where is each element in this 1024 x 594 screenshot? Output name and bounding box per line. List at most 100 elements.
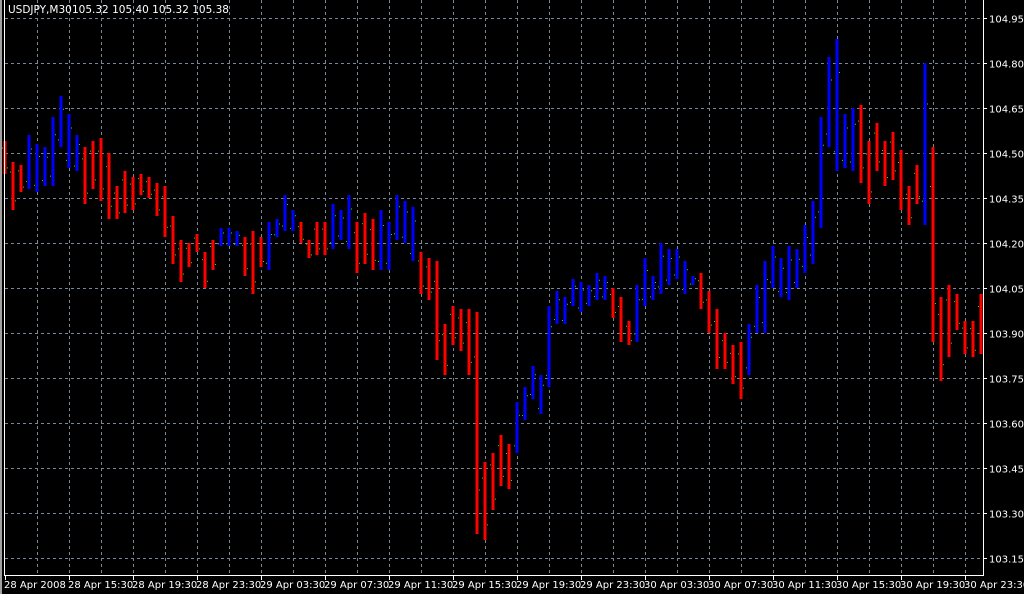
bar-open-tick <box>618 306 619 307</box>
bar-range <box>379 210 383 270</box>
bar-close-tick <box>191 262 192 264</box>
bar-open-tick <box>434 280 435 282</box>
bar-close-tick <box>935 303 936 304</box>
bar-range <box>107 153 111 219</box>
bar-open-tick <box>474 356 475 358</box>
bar-close-tick <box>127 204 128 206</box>
bar-close-tick <box>415 220 416 222</box>
bar-range <box>539 375 543 414</box>
bar-open-tick <box>34 184 35 186</box>
bar-range <box>59 96 63 147</box>
bar-close-tick <box>783 267 784 269</box>
bar-range <box>491 453 495 510</box>
bar-open-tick <box>634 333 635 335</box>
bar-close-tick <box>223 232 224 234</box>
bar-close-tick <box>359 262 360 264</box>
bar-open-tick <box>114 192 115 194</box>
bar-open-tick <box>946 299 947 301</box>
bar-range <box>563 297 567 324</box>
bar-close-tick <box>503 475 504 477</box>
bar-range <box>507 444 511 489</box>
bar-range <box>99 138 103 201</box>
time-tick-label: 30 Apr 07:30 <box>708 580 773 591</box>
bar-close-tick <box>375 259 376 261</box>
bar-open-tick <box>98 150 99 152</box>
bar-close-tick <box>207 280 208 282</box>
bar-open-tick <box>978 306 979 307</box>
bar-close-tick <box>823 144 824 146</box>
bar-close-tick <box>863 167 864 169</box>
bar-close-tick <box>239 234 240 236</box>
bar-close-tick <box>735 376 736 378</box>
bar-close-tick <box>15 200 16 202</box>
price-chart[interactable]: 104.95 104.80 104.65 104.50 104.35 104.20 104.… <box>0 0 1024 594</box>
bar-open-tick <box>226 243 227 245</box>
bar-open-tick <box>162 196 163 198</box>
bar-open-tick <box>330 242 331 244</box>
bar-close-tick <box>607 282 608 283</box>
bar-range <box>331 204 335 249</box>
bar-close-tick <box>159 209 160 211</box>
bar-close-tick <box>631 340 632 342</box>
bar-close-tick <box>487 524 488 526</box>
bar-close-tick <box>367 253 368 255</box>
bar-range <box>891 132 895 180</box>
bar-range <box>899 150 903 210</box>
bar-open-tick <box>274 234 275 236</box>
bar-range <box>811 201 815 264</box>
bar-range <box>923 63 927 225</box>
bar-open-tick <box>602 296 603 298</box>
bar-close-tick <box>847 127 848 129</box>
bar-open-tick <box>362 223 363 225</box>
bar-range <box>699 273 703 309</box>
bar-close-tick <box>575 285 576 287</box>
bar-close-tick <box>591 290 592 292</box>
bar-range <box>459 309 463 351</box>
bar-range <box>579 282 583 312</box>
bar-range <box>747 324 751 375</box>
price-tick-label: 104.95 <box>989 15 1024 26</box>
bar-close-tick <box>95 179 96 181</box>
bar-open-tick <box>386 262 387 264</box>
bar-range <box>395 195 399 240</box>
bar-range <box>723 333 727 369</box>
bar-range <box>595 273 599 300</box>
bar-open-tick <box>498 445 499 447</box>
time-tick-label: 29 Apr 03:30 <box>260 580 325 591</box>
bar-close-tick <box>47 156 48 158</box>
bar-range <box>739 342 743 399</box>
bar-range <box>307 240 311 258</box>
bar-range <box>155 183 159 216</box>
bar-open-tick <box>610 294 611 295</box>
bar-range <box>43 147 47 186</box>
bar-range <box>907 186 911 225</box>
bar-open-tick <box>394 233 395 235</box>
bar-range <box>51 117 55 186</box>
bar-close-tick <box>967 347 968 349</box>
bar-range <box>835 39 839 171</box>
bar-range <box>171 216 175 264</box>
bar-range <box>827 57 831 147</box>
bar-close-tick <box>583 289 584 291</box>
bar-close-tick <box>447 364 448 366</box>
bar-close-tick <box>271 234 272 235</box>
bar-range <box>531 366 535 399</box>
bar-open-tick <box>866 153 867 155</box>
bar-close-tick <box>703 301 704 303</box>
bar-open-tick <box>250 243 251 245</box>
chart-header-ohlc: 105.32 105.40 105.32 105.38 <box>72 4 229 16</box>
bar-close-tick <box>215 264 216 265</box>
bar-open-tick <box>626 325 627 327</box>
bar-close-tick <box>711 324 712 326</box>
bar-close-tick <box>647 270 648 271</box>
bar-close-tick <box>431 291 432 293</box>
time-tick-label: 28 Apr 19:30 <box>132 580 197 591</box>
bar-close-tick <box>103 188 104 190</box>
window-frame <box>0 0 1024 594</box>
bar-close-tick <box>855 123 856 125</box>
bar-close-tick <box>407 211 408 213</box>
bar-close-tick <box>687 269 688 271</box>
bar-close-tick <box>767 279 768 280</box>
bar-range <box>363 213 367 264</box>
bar-close-tick <box>423 285 424 287</box>
